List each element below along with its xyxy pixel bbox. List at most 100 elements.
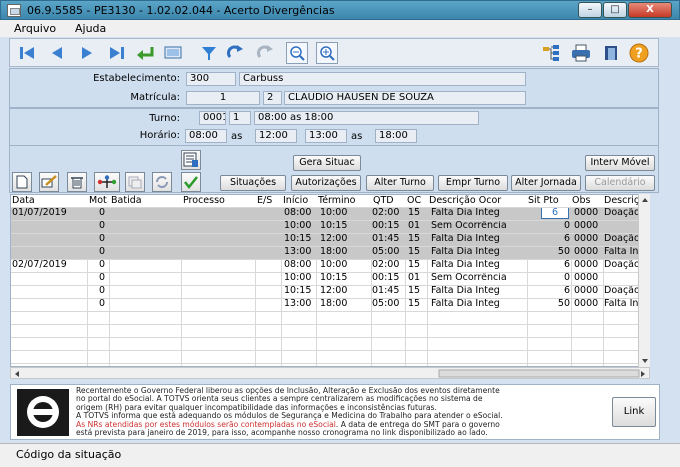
cell-termino: 12:00 <box>320 285 348 296</box>
search-screen-icon[interactable] <box>162 42 184 64</box>
table-row[interactable]: 0 10:00 10:15 00:15 01 Sem Ocorrência 0 0000 <box>11 220 639 233</box>
column-header[interactable]: Batida <box>111 195 142 207</box>
cell-inicio: 10:00 <box>284 272 312 283</box>
cell-desc2: Doação <box>604 233 640 244</box>
estabelecimento-label: Estabelecimento: <box>93 73 180 84</box>
column-header[interactable]: Início <box>283 195 308 207</box>
horario-exit2-field: 18:00 <box>375 129 417 143</box>
column-header[interactable]: Data <box>12 195 35 207</box>
cell-qtd: 01:45 <box>372 285 400 296</box>
filter-icon[interactable] <box>198 42 220 64</box>
next-record-icon[interactable] <box>76 42 98 64</box>
cell-termino: 12:00 <box>320 233 348 244</box>
interv-movel-button[interactable]: Interv Móvel <box>585 155 655 171</box>
column-header[interactable]: Término <box>318 195 356 207</box>
cell-desc2: Falta In <box>604 298 639 309</box>
link-button[interactable]: Link <box>612 397 656 427</box>
edit-pencil-icon[interactable] <box>39 172 59 192</box>
redo-icon[interactable] <box>224 42 246 64</box>
maximize-button[interactable]: □ <box>603 2 627 18</box>
cell-oc: 15 <box>408 246 421 257</box>
horario-entry1-field: 08:00 <box>185 129 227 143</box>
table-vertical-scrollbar[interactable] <box>638 194 650 367</box>
table-row[interactable]: 0 10:00 10:15 00:15 01 Sem Ocorrência 0 0000 <box>11 272 639 285</box>
first-record-icon[interactable] <box>16 42 38 64</box>
svg-text:?: ? <box>635 47 643 62</box>
cell-termino: 10:00 <box>320 207 348 218</box>
table-row[interactable]: 02/07/2019 0 08:00 10:00 02:00 15 Falta Dia In… <box>11 259 640 272</box>
table-row[interactable]: 0 13:00 18:00 05:00 15 Falta Dia Integ 50 0000 F… <box>11 246 639 259</box>
cell-mot: 0 <box>98 246 105 257</box>
column-header[interactable]: QTD <box>373 195 394 207</box>
cell-sit: 6 <box>563 259 570 270</box>
row-divider <box>11 311 639 312</box>
cell-desc: Falta Dia Integ <box>431 246 500 257</box>
cell-sit: 0 <box>563 220 570 231</box>
exit-icon[interactable] <box>600 42 622 64</box>
app-icon <box>7 4 21 17</box>
column-header[interactable]: Processo <box>183 195 225 207</box>
empr-turno-button[interactable]: Empr Turno <box>438 175 508 191</box>
situacoes-button[interactable]: Situações <box>220 175 286 191</box>
alter-turno-button[interactable]: Alter Turno <box>366 175 434 191</box>
export-spreadsheet-icon[interactable] <box>181 150 201 170</box>
estabelecimento-code-field[interactable]: 300 <box>186 72 236 86</box>
cell-qtd: 05:00 <box>372 298 400 309</box>
minimize-button[interactable]: – <box>578 2 602 18</box>
matricula-digit-field: 2 <box>263 91 282 105</box>
go-to-icon[interactable] <box>134 42 156 64</box>
column-header[interactable]: Descrição Ocor <box>429 195 501 207</box>
cell-desc: Falta Dia Integ <box>431 298 500 309</box>
menu-arquivo[interactable]: Arquivo <box>14 22 56 35</box>
column-header[interactable]: Sit Pto <box>528 195 559 207</box>
cell-inicio: 10:00 <box>284 220 312 231</box>
row-divider <box>11 233 639 234</box>
cell-qtd: 02:00 <box>372 259 400 270</box>
help-icon[interactable]: ? <box>628 42 650 64</box>
previous-record-icon[interactable] <box>46 42 68 64</box>
cell-sit: 0 <box>563 272 570 283</box>
column-header[interactable]: Obs <box>572 195 590 207</box>
cell-inicio: 10:15 <box>284 285 312 296</box>
calendario-button: Calendário <box>585 175 655 191</box>
toolbar: ? <box>9 38 659 67</box>
close-button[interactable]: X <box>628 2 672 18</box>
confirm-check-icon[interactable] <box>181 172 201 192</box>
column-header[interactable]: E/S <box>257 195 272 207</box>
column-header[interactable]: Mot <box>89 195 107 207</box>
divergences-table[interactable]: Data Mot Batida Processo E/S Início Término QTD… <box>10 194 650 367</box>
row-divider <box>11 272 639 273</box>
alter-jornada-button[interactable]: Alter Jornada <box>511 175 581 191</box>
last-record-icon[interactable] <box>106 42 128 64</box>
totvs-logo-icon <box>17 389 69 436</box>
copy-disabled-icon <box>125 172 145 192</box>
cell-termino: 18:00 <box>320 246 348 257</box>
column-header[interactable]: OC <box>407 195 421 207</box>
table-row[interactable]: 0 10:15 12:00 01:45 15 Falta Dia Integ 6 0000 Do… <box>11 285 640 298</box>
cell-desc2: Doação <box>604 285 640 296</box>
refresh-icon[interactable] <box>152 172 172 192</box>
table-horizontal-scrollbar[interactable] <box>10 367 650 379</box>
matricula-label: Matrícula: <box>130 92 180 103</box>
matricula-code-field[interactable]: 1 <box>186 91 260 105</box>
row-divider <box>11 324 639 325</box>
row-divider <box>11 298 639 299</box>
new-document-icon[interactable] <box>12 172 32 192</box>
table-row[interactable]: 0 10:15 12:00 01:45 15 Falta Dia Integ 6 0000 Do… <box>11 233 640 246</box>
table-row[interactable]: 0 13:00 18:00 05:00 15 Falta Dia Integ 50 0000 F… <box>11 298 639 311</box>
zoom-out-icon[interactable] <box>286 42 308 64</box>
cell-inicio: 08:00 <box>284 259 312 270</box>
tree-structure-icon[interactable] <box>540 42 562 64</box>
employee-name-field: CLAUDIO HAUSEN DE SOUZA <box>284 91 526 105</box>
move-arrows-icon[interactable] <box>94 172 120 192</box>
cell-sit[interactable]: 6 <box>541 207 569 219</box>
cell-data: 02/07/2019 <box>12 259 67 270</box>
turno-code-field: 0001 <box>199 111 226 125</box>
menu-ajuda[interactable]: Ajuda <box>75 22 106 35</box>
table-row[interactable]: 01/07/2019 0 08:00 10:00 02:00 15 Falta Dia In… <box>11 207 640 220</box>
gera-situac-button[interactable]: Gera Situac <box>293 155 361 171</box>
delete-icon[interactable] <box>67 172 87 192</box>
print-icon[interactable] <box>570 42 592 64</box>
autorizacoes-button[interactable]: Autorizações <box>291 175 361 191</box>
zoom-in-icon[interactable] <box>316 42 338 64</box>
